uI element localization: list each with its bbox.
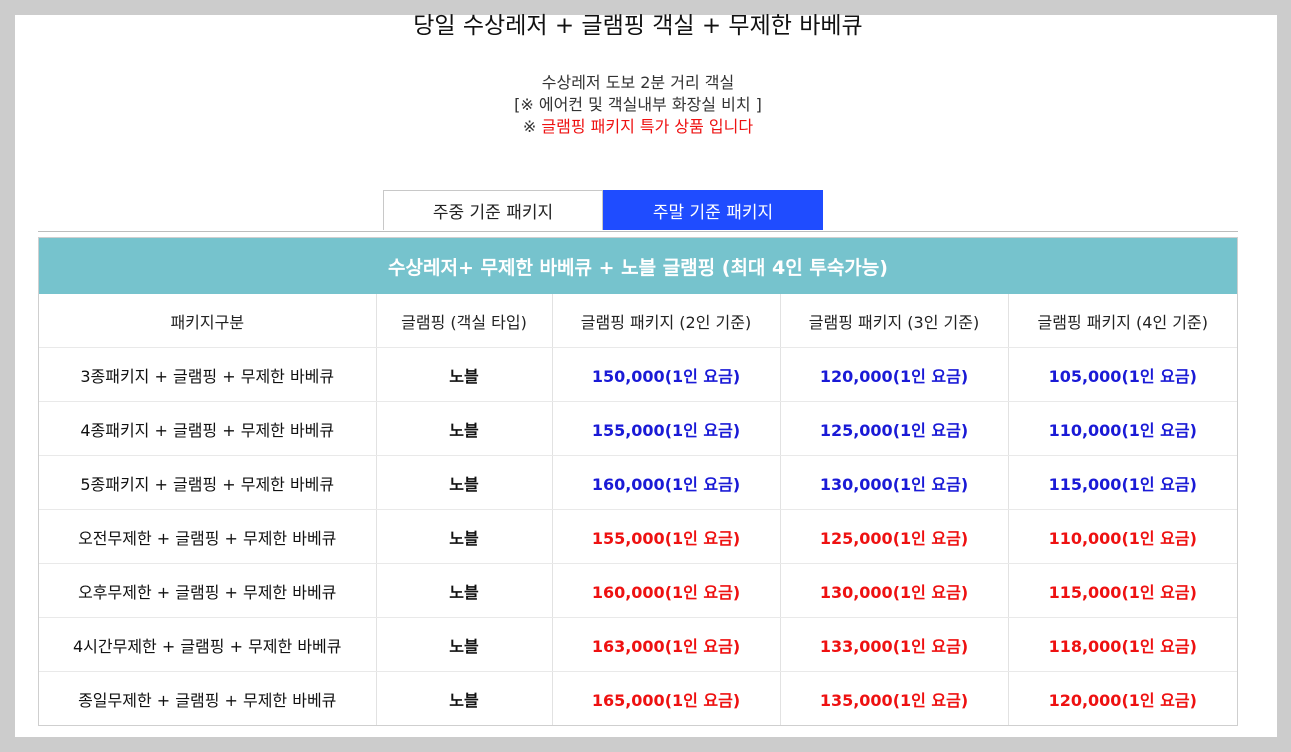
price-4-person: 110,000(1인 요금) [1008, 401, 1237, 456]
price-4-person: 118,000(1인 요금) [1008, 617, 1237, 672]
package-name: 5종패키지 + 글램핑 + 무제한 바베큐 [39, 455, 377, 510]
page-content: 당일 수상레저 + 글램핑 객실 + 무제한 바베큐 수상레저 도보 2분 거리… [15, 13, 1277, 737]
table-header-row: 패키지구분 글램핑 (객실 타입) 글램핑 패키지 (2인 기준) 글램핑 패키… [39, 294, 1237, 348]
price-3-person: 125,000(1인 요금) [780, 401, 1009, 456]
price-4-person: 105,000(1인 요금) [1008, 347, 1237, 402]
special-offer-note: ※ 글램핑 패키지 특가 상품 입니다 [15, 116, 1261, 138]
package-name: 4종패키지 + 글램핑 + 무제한 바베큐 [39, 401, 377, 456]
price-3-person: 135,000(1인 요금) [780, 671, 1009, 725]
distance-note: 수상레저 도보 2분 거리 객실 [541, 73, 735, 92]
price-3-person: 130,000(1인 요금) [780, 563, 1009, 618]
package-name: 오전무제한 + 글램핑 + 무제한 바베큐 [39, 509, 377, 564]
table-row: 오후무제한 + 글램핑 + 무제한 바베큐 노블 160,000(1인 요금) … [39, 563, 1237, 618]
price-table: 수상레저+ 무제한 바베큐 + 노블 글램핑 (최대 4인 투숙가능) 패키지구… [38, 237, 1238, 726]
price-3-person: 130,000(1인 요금) [780, 455, 1009, 510]
price-2-person: 165,000(1인 요금) [552, 671, 781, 725]
special-offer-text: 글램핑 패키지 특가 상품 입니다 [541, 117, 754, 136]
table-row: 5종패키지 + 글램핑 + 무제한 바베큐 노블 160,000(1인 요금) … [39, 455, 1237, 510]
header-price-3: 글램핑 패키지 (3인 기준) [780, 294, 1009, 348]
package-name: 오후무제한 + 글램핑 + 무제한 바베큐 [39, 563, 377, 618]
price-2-person: 155,000(1인 요금) [552, 401, 781, 456]
price-3-person: 125,000(1인 요금) [780, 509, 1009, 564]
table-row: 종일무제한 + 글램핑 + 무제한 바베큐 노블 165,000(1인 요금) … [39, 671, 1237, 725]
package-name: 종일무제한 + 글램핑 + 무제한 바베큐 [39, 671, 377, 725]
note-symbol: ※ [522, 117, 537, 136]
room-type: 노블 [376, 401, 553, 456]
table-title: 수상레저+ 무제한 바베큐 + 노블 글램핑 (최대 4인 투숙가능) [39, 238, 1237, 294]
tab-weekday-package[interactable]: 주중 기준 패키지 [383, 190, 603, 230]
price-4-person: 115,000(1인 요금) [1008, 563, 1237, 618]
table-row: 4시간무제한 + 글램핑 + 무제한 바베큐 노블 163,000(1인 요금)… [39, 617, 1237, 672]
header-price-2: 글램핑 패키지 (2인 기준) [552, 294, 781, 348]
tab-divider [38, 231, 1238, 232]
room-type: 노블 [376, 671, 553, 725]
package-name: 4시간무제한 + 글램핑 + 무제한 바베큐 [39, 617, 377, 672]
table-row: 3종패키지 + 글램핑 + 무제한 바베큐 노블 150,000(1인 요금) … [39, 347, 1237, 402]
price-4-person: 110,000(1인 요금) [1008, 509, 1237, 564]
price-2-person: 163,000(1인 요금) [552, 617, 781, 672]
page-title: 당일 수상레저 + 글램핑 객실 + 무제한 바베큐 [413, 13, 863, 39]
amenity-note: [※ 에어컨 및 객실내부 화장실 비치 ] [514, 95, 762, 114]
price-2-person: 160,000(1인 요금) [552, 455, 781, 510]
price-4-person: 115,000(1인 요금) [1008, 455, 1237, 510]
package-name: 3종패키지 + 글램핑 + 무제한 바베큐 [39, 347, 377, 402]
room-type: 노블 [376, 563, 553, 618]
room-type: 노블 [376, 455, 553, 510]
price-3-person: 133,000(1인 요금) [780, 617, 1009, 672]
price-3-person: 120,000(1인 요금) [780, 347, 1009, 402]
price-2-person: 150,000(1인 요금) [552, 347, 781, 402]
price-2-person: 160,000(1인 요금) [552, 563, 781, 618]
header-price-4: 글램핑 패키지 (4인 기준) [1008, 294, 1237, 348]
room-type: 노블 [376, 617, 553, 672]
table-row: 4종패키지 + 글램핑 + 무제한 바베큐 노블 155,000(1인 요금) … [39, 401, 1237, 456]
package-tabs: 주중 기준 패키지 주말 기준 패키지 [383, 190, 823, 231]
price-2-person: 155,000(1인 요금) [552, 509, 781, 564]
table-row: 오전무제한 + 글램핑 + 무제한 바베큐 노블 155,000(1인 요금) … [39, 509, 1237, 564]
room-type: 노블 [376, 347, 553, 402]
room-type: 노블 [376, 509, 553, 564]
tab-weekend-package[interactable]: 주말 기준 패키지 [603, 190, 823, 230]
header-room-type: 글램핑 (객실 타입) [376, 294, 553, 348]
header-package: 패키지구분 [39, 294, 377, 348]
price-4-person: 120,000(1인 요금) [1048, 690, 1197, 710]
price-grid: 패키지구분 글램핑 (객실 타입) 글램핑 패키지 (2인 기준) 글램핑 패키… [39, 294, 1237, 725]
